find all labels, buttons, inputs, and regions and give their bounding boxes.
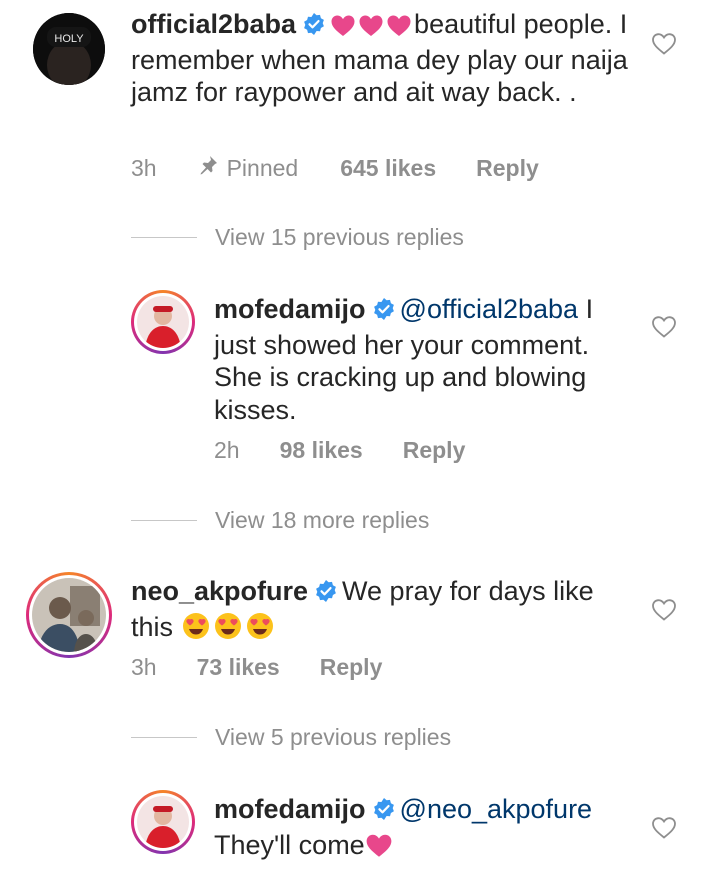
avatar-photo (137, 296, 189, 348)
like-heart-outline-icon[interactable] (651, 816, 677, 845)
heart-eyes-emoji-icon (181, 612, 277, 642)
reply-button[interactable]: Reply (320, 654, 383, 681)
avatar-photo: HOLY (33, 13, 105, 85)
comment-official2baba: HOLY official2baba beautiful people. I re… (0, 0, 720, 200)
view-previous-replies[interactable]: View 15 previous replies (131, 224, 464, 251)
verified-badge-icon (302, 11, 326, 44)
comment-username[interactable]: neo_akpofure (131, 576, 308, 606)
mention-link[interactable]: @neo_akpofure (400, 794, 593, 824)
avatar-neo-akpofure[interactable] (26, 572, 112, 658)
comment-time: 3h (131, 654, 157, 680)
comment-meta: 3h Pinned 645 likes Reply (131, 154, 539, 182)
comment-body: mofedamijo @official2baba I just showed h… (214, 293, 634, 426)
likes-count[interactable]: 645 likes (340, 155, 436, 182)
like-heart-outline-icon[interactable] (651, 598, 677, 627)
pinned-label: Pinned (197, 154, 298, 182)
comment-text: They'll come (214, 829, 365, 860)
reply-mofedamijo: mofedamijo @official2baba I just showed h… (0, 280, 720, 480)
comment-time: 3h (131, 154, 157, 181)
comment-body: mofedamijo @neo_akpofure They'll come (214, 793, 634, 861)
view-replies-label[interactable]: View 15 previous replies (215, 224, 464, 251)
pin-icon (197, 154, 219, 182)
divider-line (131, 736, 197, 739)
comment-username[interactable]: mofedamijo (214, 794, 366, 824)
likes-count[interactable]: 98 likes (280, 437, 363, 464)
avatar-photo (32, 578, 106, 652)
verified-badge-icon (372, 296, 396, 329)
avatar-mofedamijo[interactable] (131, 290, 195, 354)
mention-link[interactable]: @official2baba (400, 294, 579, 324)
comment-neo-akpofure: neo_akpofure We pray for days like this 3… (0, 560, 720, 700)
reply-button[interactable]: Reply (403, 437, 466, 464)
avatar-photo (137, 796, 189, 848)
likes-count[interactable]: 73 likes (197, 654, 280, 681)
divider-line (131, 519, 197, 522)
reply-button[interactable]: Reply (476, 155, 539, 182)
avatar-mofedamijo[interactable] (131, 790, 195, 854)
comment-body: neo_akpofure We pray for days like this (131, 575, 631, 643)
heart-emoji-icon (365, 830, 395, 860)
view-more-replies[interactable]: View 18 more replies (131, 507, 429, 534)
heart-emoji-icon (330, 9, 414, 39)
comment-body: official2baba beautiful people. I remembe… (131, 8, 631, 109)
like-heart-outline-icon[interactable] (651, 315, 677, 344)
divider-line (131, 236, 197, 239)
avatar-official2baba[interactable]: HOLY (33, 13, 105, 85)
reply-mofedamijo: mofedamijo @neo_akpofure They'll come (0, 780, 720, 874)
comment-time: 2h (214, 437, 240, 463)
comment-username[interactable]: mofedamijo (214, 294, 366, 324)
view-previous-replies[interactable]: View 5 previous replies (131, 724, 451, 751)
view-replies-label[interactable]: View 5 previous replies (215, 724, 451, 751)
comment-meta: 2h 98 likes Reply (214, 437, 465, 464)
comment-meta: 3h 73 likes Reply (131, 654, 382, 681)
comment-username[interactable]: official2baba (131, 9, 296, 39)
verified-badge-icon (314, 578, 338, 611)
verified-badge-icon (372, 796, 396, 829)
like-heart-outline-icon[interactable] (651, 32, 677, 61)
avatar-cap-text: HOLY (54, 33, 84, 45)
view-replies-label[interactable]: View 18 more replies (215, 507, 429, 534)
